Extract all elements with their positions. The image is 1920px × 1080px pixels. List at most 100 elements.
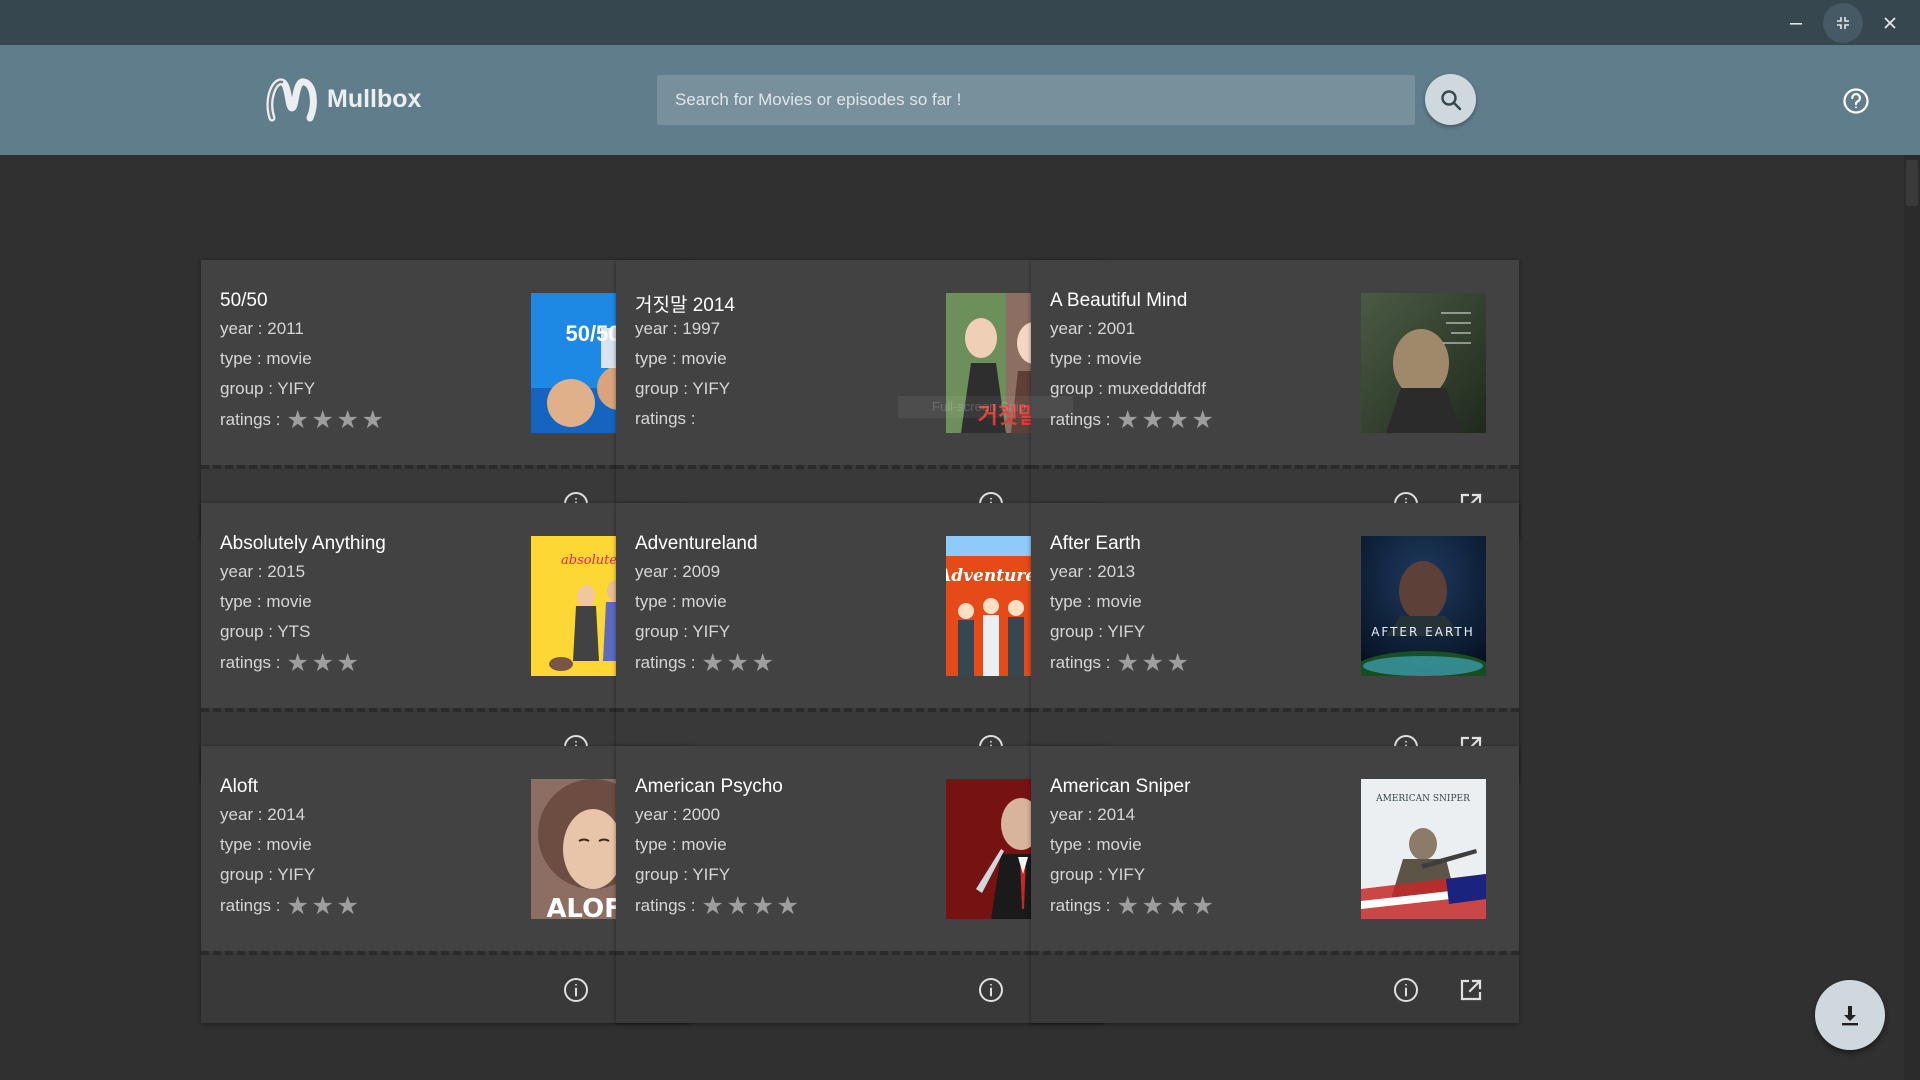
rating-star-icon: ★: [361, 406, 384, 434]
movie-type: type : movie: [635, 835, 727, 854]
movie-ratings: ratings : ★ ★ ★: [220, 649, 361, 677]
open-in-new-icon: [1460, 979, 1482, 1001]
download-icon: [1842, 1006, 1858, 1026]
movie-group: group : YIFY: [635, 865, 731, 884]
movie-year: year : 2014: [220, 805, 306, 824]
movie-title: After Earth: [1050, 533, 1141, 554]
scrollbar-thumb[interactable]: [1906, 160, 1918, 206]
movie-type: type : movie: [1050, 835, 1142, 854]
movie-year: year : 2014: [1050, 805, 1136, 824]
search-button[interactable]: [1425, 74, 1476, 125]
rating-star-icon: ★: [751, 892, 774, 920]
movie-group: group : YIFY: [1050, 622, 1146, 641]
scrollbar-track[interactable]: [1904, 155, 1920, 1080]
movie-year: year : 2009: [635, 562, 721, 581]
rating-stars: ★ ★ ★ ★: [1116, 406, 1216, 434]
movie-poster[interactable]: [1361, 293, 1486, 433]
minimize-button[interactable]: [1773, 0, 1819, 45]
restore-icon: [1837, 16, 1849, 29]
movie-title: 50/50: [220, 290, 268, 311]
movie-card: A Beautiful Mind year : 2001 type : movi…: [1031, 260, 1519, 537]
rating-star-icon: ★: [1166, 406, 1189, 434]
movie-title: Adventureland: [635, 533, 758, 554]
rating-star-icon: ★: [726, 892, 749, 920]
rating-star-icon: ★: [336, 406, 359, 434]
movie-type: type : movie: [635, 349, 727, 368]
rating-stars: ★ ★ ★: [286, 892, 361, 920]
movie-ratings: ratings : ★ ★ ★ ★: [1050, 892, 1216, 920]
app-logo[interactable]: Mullbox: [262, 70, 421, 128]
movie-title: Aloft: [220, 776, 259, 797]
rating-star-icon: ★: [1191, 892, 1214, 920]
rating-star-icon: ★: [1116, 649, 1139, 677]
movie-ratings: ratings : ★ ★ ★ ★: [1050, 406, 1216, 434]
rating-stars: ★ ★ ★: [701, 649, 776, 677]
info-icon: [979, 978, 1003, 1002]
movie-poster[interactable]: AFTER EARTH: [1361, 536, 1486, 676]
movie-ratings: ratings : ★ ★ ★: [220, 892, 361, 920]
movie-type: type : movie: [1050, 349, 1142, 368]
poster-text: AFTER EARTH: [1371, 625, 1475, 639]
download-button[interactable]: [1815, 980, 1885, 1050]
movie-group: group : YIFY: [220, 865, 316, 884]
movie-poster[interactable]: AMERICAN SNIPER: [1361, 779, 1486, 919]
rating-star-icon: ★: [1141, 892, 1164, 920]
rating-star-icon: ★: [311, 649, 334, 677]
rating-star-icon: ★: [336, 892, 359, 920]
rating-star-icon: ★: [336, 649, 359, 677]
movie-card-body[interactable]: American Sniper year : 2014 type : movie…: [1031, 746, 1519, 951]
rating-star-icon: ★: [286, 406, 309, 434]
search-input[interactable]: [657, 75, 1415, 125]
info-button[interactable]: [561, 975, 591, 1005]
help-icon: [1843, 88, 1869, 114]
close-button[interactable]: [1867, 0, 1913, 45]
open-external-button[interactable]: [1456, 975, 1486, 1005]
movie-card-body[interactable]: A Beautiful Mind year : 2001 type : movi…: [1031, 260, 1519, 465]
restore-button[interactable]: [1820, 0, 1866, 45]
rating-star-icon: ★: [1191, 406, 1214, 434]
movie-year: year : 2013: [1050, 562, 1136, 581]
movie-group: group : YIFY: [635, 622, 731, 641]
rating-star-icon: ★: [751, 649, 774, 677]
movie-title: A Beautiful Mind: [1050, 290, 1188, 311]
movie-card: American Sniper year : 2014 type : movie…: [1031, 746, 1519, 1023]
info-button[interactable]: [1391, 975, 1421, 1005]
movie-year: year : 1997: [635, 319, 721, 338]
rating-star-icon: ★: [1166, 892, 1189, 920]
movie-type: type : movie: [635, 592, 727, 611]
rating-star-icon: ★: [286, 649, 309, 677]
info-icon: [1394, 978, 1418, 1002]
movie-card: After Earth year : 2013 type : movie gro…: [1031, 503, 1519, 780]
movie-ratings: ratings : ★ ★ ★ ★: [220, 406, 386, 434]
window-titlebar: [0, 0, 1920, 45]
movie-type: type : movie: [220, 349, 312, 368]
movie-title: American Psycho: [635, 776, 783, 797]
rating-stars: ★ ★ ★: [286, 649, 361, 677]
movie-type: type : movie: [220, 835, 312, 854]
search-icon: [1440, 89, 1461, 110]
movie-year: year : 2000: [635, 805, 721, 824]
movie-card-body[interactable]: After Earth year : 2013 type : movie gro…: [1031, 503, 1519, 708]
app-header: Mullbox: [0, 45, 1920, 155]
rating-star-icon: ★: [1141, 406, 1164, 434]
movie-year: year : 2001: [1050, 319, 1136, 338]
mullbox-logo-icon: [266, 78, 317, 122]
info-button[interactable]: [976, 975, 1006, 1005]
movie-card-actions: [1031, 951, 1519, 1023]
movie-group: group : YIFY: [635, 379, 731, 398]
rating-star-icon: ★: [1116, 406, 1139, 434]
movie-year: year : 2015: [220, 562, 306, 581]
rating-star-icon: ★: [701, 649, 724, 677]
info-icon: [564, 978, 588, 1002]
close-icon: [1884, 16, 1896, 29]
poster-text: 50/50: [565, 321, 620, 346]
rating-stars: ★ ★ ★ ★: [286, 406, 386, 434]
movie-group: group : YTS: [220, 622, 311, 641]
movie-title: 거짓말 2014: [635, 295, 735, 316]
rating-stars: ★ ★ ★ ★: [1116, 892, 1216, 920]
movie-group: group : muxeddddfdf: [1050, 379, 1206, 398]
help-button[interactable]: [1840, 85, 1872, 117]
movie-title: American Sniper: [1050, 776, 1191, 797]
movie-title: Absolutely Anything: [220, 533, 386, 554]
rating-stars: ★ ★ ★: [1116, 649, 1191, 677]
